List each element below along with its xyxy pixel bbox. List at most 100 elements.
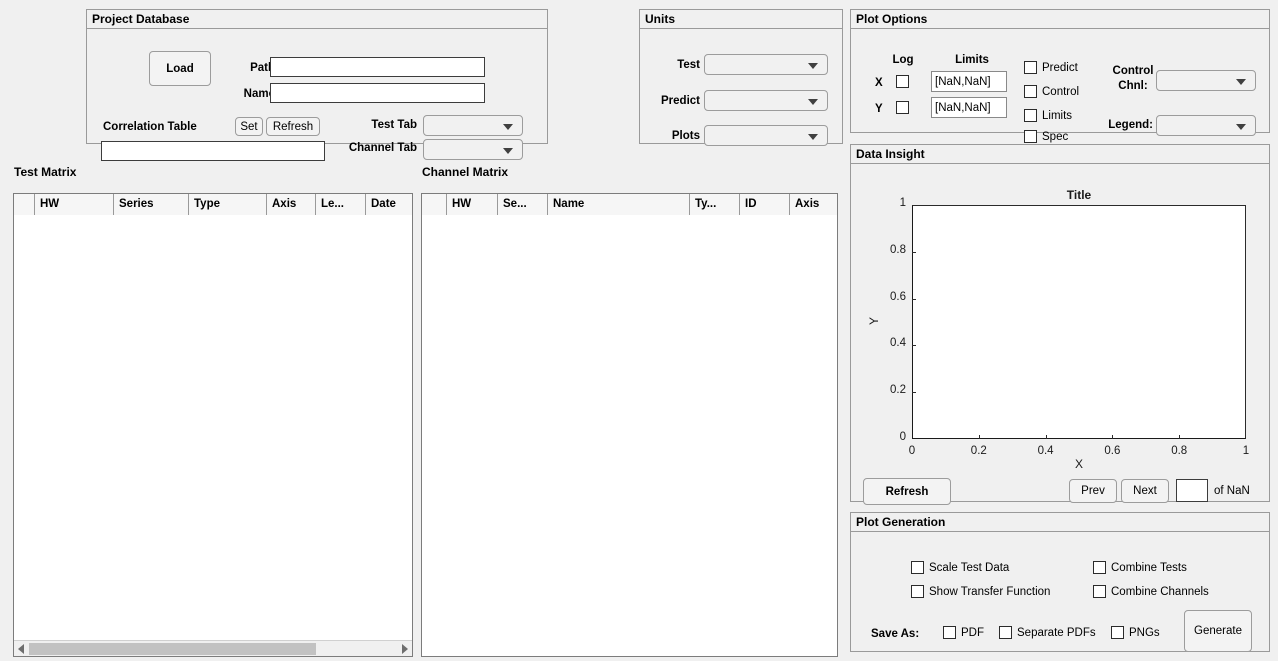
save-pdf-checkbox[interactable]: PDF	[943, 626, 984, 639]
x-row-label: X	[875, 77, 883, 89]
limits-checkbox-label: Limits	[1042, 110, 1072, 122]
scale-test-data-checkbox[interactable]: Scale Test Data	[911, 561, 1009, 574]
checkbox-box	[999, 626, 1012, 639]
chevron-down-icon	[503, 124, 513, 130]
column-header[interactable]: Name	[548, 194, 690, 215]
checkbox-box	[943, 626, 956, 639]
column-header[interactable]: Type	[189, 194, 267, 215]
column-header[interactable]: Date	[366, 194, 412, 215]
channel-tab-value	[429, 140, 498, 159]
y-tick-mark	[912, 299, 916, 300]
x-limits-input[interactable]	[931, 71, 1007, 92]
x-tick-mark	[979, 435, 980, 439]
column-header[interactable]: Se...	[498, 194, 548, 215]
save-pdf-label: PDF	[961, 627, 984, 639]
correlation-set-button[interactable]: Set	[235, 117, 263, 136]
legend-label: Legend:	[1091, 119, 1153, 131]
plot-generation-body: Scale Test Data Show Transfer Function C…	[851, 532, 1269, 651]
combine-channels-checkbox[interactable]: Combine Channels	[1093, 585, 1209, 598]
name-input[interactable]	[270, 83, 485, 103]
units-title: Units	[640, 10, 842, 29]
x-tick-mark	[1179, 435, 1180, 439]
chevron-down-icon	[1236, 79, 1246, 85]
spec-checkbox[interactable]: Spec	[1024, 130, 1068, 143]
correlation-table-input[interactable]	[101, 141, 325, 161]
column-header[interactable]: HW	[447, 194, 498, 215]
column-header[interactable]	[14, 194, 35, 215]
column-header[interactable]: HW	[35, 194, 114, 215]
save-separate-pdfs-checkbox[interactable]: Separate PDFs	[999, 626, 1096, 639]
scroll-right-arrow-icon[interactable]	[402, 644, 408, 654]
column-header[interactable]: Le...	[316, 194, 366, 215]
test-matrix-body[interactable]	[14, 215, 412, 640]
checkbox-box	[1024, 61, 1037, 74]
channel-tab-dropdown[interactable]	[423, 139, 523, 160]
column-header[interactable]: Axis	[790, 194, 837, 215]
scrollbar-thumb[interactable]	[29, 643, 316, 655]
y-tick-mark	[912, 345, 916, 346]
test-matrix-table[interactable]: HWSeriesTypeAxisLe...Date	[13, 193, 413, 657]
plot-index-input[interactable]	[1176, 479, 1208, 502]
units-test-dropdown[interactable]	[704, 54, 828, 75]
x-tick-label: 0.8	[1154, 445, 1204, 457]
units-plots-dropdown[interactable]	[704, 125, 828, 146]
data-insight-chart: Title X Y 00.20.40.60.8100.20.40.60.81	[851, 164, 1269, 454]
load-button[interactable]: Load	[149, 51, 211, 86]
path-input[interactable]	[270, 57, 485, 77]
correlation-table-label: Correlation Table	[103, 121, 197, 133]
test-tab-dropdown[interactable]	[423, 115, 523, 136]
control-chnl-dropdown[interactable]	[1156, 70, 1256, 91]
column-header[interactable]	[422, 194, 447, 215]
channel-matrix-table[interactable]: HWSe...NameTy...IDAxis	[421, 193, 838, 657]
combine-channels-label: Combine Channels	[1111, 586, 1209, 598]
units-predict-dropdown[interactable]	[704, 90, 828, 111]
predict-checkbox-label: Predict	[1042, 62, 1078, 74]
combine-tests-checkbox[interactable]: Combine Tests	[1093, 561, 1187, 574]
save-as-label: Save As:	[871, 628, 919, 640]
units-plots-value	[710, 126, 803, 145]
data-insight-refresh-button[interactable]: Refresh	[863, 478, 951, 505]
next-button[interactable]: Next	[1121, 479, 1169, 503]
save-pngs-checkbox[interactable]: PNGs	[1111, 626, 1160, 639]
correlation-refresh-button[interactable]: Refresh	[266, 117, 320, 136]
plot-generation-title: Plot Generation	[851, 513, 1269, 532]
legend-dropdown[interactable]	[1156, 115, 1256, 136]
y-tick-label: 0.6	[860, 291, 906, 303]
checkbox-box	[1024, 109, 1037, 122]
channel-matrix-header: HWSe...NameTy...IDAxis	[422, 194, 837, 215]
control-checkbox-label: Control	[1042, 86, 1079, 98]
y-log-checkbox[interactable]	[896, 101, 909, 114]
chevron-down-icon	[808, 99, 818, 105]
control-checkbox[interactable]: Control	[1024, 85, 1079, 98]
plot-options-body: Log Limits X Y Predict Control Limits	[851, 29, 1269, 132]
project-database-panel: Project Database Load Path Name Correlat…	[86, 9, 548, 144]
name-label: Name	[229, 88, 275, 100]
units-predict-value	[710, 91, 803, 110]
show-transfer-function-label: Show Transfer Function	[929, 586, 1050, 598]
generate-button[interactable]: Generate	[1184, 610, 1252, 652]
column-header[interactable]: Ty...	[690, 194, 740, 215]
x-tick-label: 0.2	[954, 445, 1004, 457]
limits-checkbox[interactable]: Limits	[1024, 109, 1072, 122]
x-tick-label: 0.6	[1087, 445, 1137, 457]
chart-ticks: 00.20.40.60.8100.20.40.60.81	[851, 164, 1269, 454]
test-matrix-hscrollbar[interactable]	[14, 640, 412, 656]
path-label: Path	[233, 62, 275, 74]
save-pngs-label: PNGs	[1129, 627, 1160, 639]
data-insight-panel: Data Insight Title X Y 00.20.40.60.8100.…	[850, 144, 1270, 502]
scale-test-data-label: Scale Test Data	[929, 562, 1009, 574]
column-header[interactable]: Series	[114, 194, 189, 215]
show-transfer-function-checkbox[interactable]: Show Transfer Function	[911, 585, 1050, 598]
x-log-checkbox[interactable]	[896, 75, 909, 88]
scroll-left-arrow-icon[interactable]	[18, 644, 24, 654]
y-limits-input[interactable]	[931, 97, 1007, 118]
plot-options-panel: Plot Options Log Limits X Y Predict Cont…	[850, 9, 1270, 133]
test-matrix-header: HWSeriesTypeAxisLe...Date	[14, 194, 412, 215]
units-test-value	[710, 55, 803, 74]
channel-matrix-body[interactable]	[422, 215, 837, 656]
predict-checkbox[interactable]: Predict	[1024, 61, 1078, 74]
column-header[interactable]: Axis	[267, 194, 316, 215]
column-header[interactable]: ID	[740, 194, 790, 215]
prev-button[interactable]: Prev	[1069, 479, 1117, 503]
channel-tab-label: Channel Tab	[335, 142, 417, 154]
